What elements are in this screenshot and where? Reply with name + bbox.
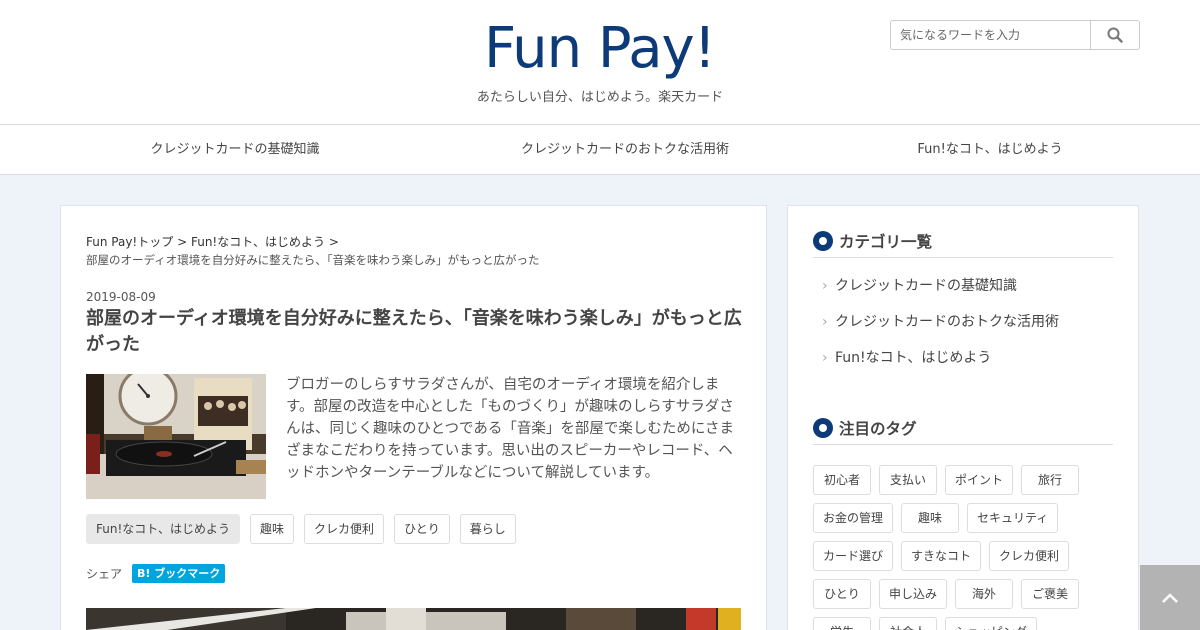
tag-cloud-item[interactable]: 初心者: [813, 465, 871, 495]
back-to-top-button[interactable]: [1140, 565, 1200, 630]
share-bar: シェア B! ブックマーク: [86, 564, 226, 583]
category-widget-label: カテゴリ一覧: [839, 232, 933, 251]
post-title[interactable]: 部屋のオーディオ環境を自分好みに整えたら、「音楽を味わう楽しみ」がもっと広がった: [86, 306, 746, 358]
chevron-right-icon: ›: [822, 314, 828, 330]
chevron-right-icon: ›: [822, 278, 828, 294]
article-card: Fun Pay!トップ > Fun!なコト、はじめよう > 部屋のオーディオ環境…: [60, 205, 767, 630]
tag-cloud-item[interactable]: 社会人: [879, 617, 937, 630]
tag-cloud-item[interactable]: セキュリティ: [967, 503, 1059, 533]
nav-item-fun[interactable]: Fun!なコト、はじめよう: [880, 125, 1100, 175]
tag-cloud: 初心者 支払い ポイント 旅行 お金の管理 趣味 セキュリティ カード選び すき…: [813, 465, 1113, 630]
tag-widget-label: 注目のタグ: [839, 419, 917, 438]
category-item-label: クレジットカードのおトクな活用術: [835, 314, 1059, 330]
post-tag[interactable]: 暮らし: [459, 514, 516, 544]
breadcrumb-separator: >: [328, 235, 339, 249]
category-widget-title: カテゴリ一覧: [813, 228, 1113, 258]
post-tag[interactable]: 趣味: [250, 514, 295, 544]
tag-cloud-item[interactable]: 旅行: [1021, 465, 1080, 495]
category-item-label: Fun!なコト、はじめよう: [835, 350, 992, 366]
breadcrumb-separator: >: [177, 235, 188, 249]
breadcrumb-link-top[interactable]: Fun Pay!トップ: [86, 235, 173, 249]
post-tags: Fun!なコト、はじめよう 趣味 クレカ便利 ひとり 暮らし: [86, 514, 516, 544]
tag-cloud-item[interactable]: 海外: [955, 579, 1014, 609]
chevron-up-icon: [1162, 592, 1178, 603]
site-tagline: あたらしい自分、はじめよう。楽天カード: [476, 90, 724, 105]
breadcrumb: Fun Pay!トップ > Fun!なコト、はじめよう > 部屋のオーディオ環境…: [86, 233, 736, 269]
nav-item-credit-basics[interactable]: クレジットカードの基礎知識: [120, 125, 350, 175]
search-icon: [1107, 27, 1123, 43]
category-item-credit-tips[interactable]: › クレジットカードのおトクな活用術: [813, 310, 1113, 346]
bullet-circle-icon: [813, 417, 833, 438]
chevron-right-icon: ›: [822, 350, 828, 366]
tag-cloud-item[interactable]: ひとり: [813, 579, 871, 609]
nav-item-credit-tips[interactable]: クレジットカードのおトクな活用術: [500, 125, 750, 175]
sidebar: カテゴリ一覧 › クレジットカードの基礎知識 › クレジットカードのおトクな活用…: [787, 205, 1139, 630]
post-date: 2019-08-09: [86, 290, 156, 304]
category-item-credit-basics[interactable]: › クレジットカードの基礎知識: [813, 274, 1113, 310]
category-item-fun[interactable]: › Fun!なコト、はじめよう: [813, 346, 1113, 382]
category-list: › クレジットカードの基礎知識 › クレジットカードのおトクな活用術 › Fun…: [813, 274, 1113, 382]
tag-widget-title: 注目のタグ: [813, 415, 1113, 445]
post-tag-category[interactable]: Fun!なコト、はじめよう: [86, 514, 241, 544]
category-item-label: クレジットカードの基礎知識: [835, 278, 1017, 294]
tag-cloud-item[interactable]: ご褒美: [1021, 579, 1080, 609]
global-nav: クレジットカードの基礎知識 クレジットカードのおトクな活用術 Fun!なコト、は…: [0, 125, 1200, 175]
hatena-bookmark-button[interactable]: B! ブックマーク: [132, 564, 226, 583]
post-excerpt: ブロガーのしらすサラダさんが、自宅のオーディオ環境を紹介します。部屋の改造を中心…: [286, 377, 735, 481]
site-logo[interactable]: Fun Pay!: [484, 14, 716, 84]
share-label: シェア: [86, 567, 123, 581]
breadcrumb-link-category[interactable]: Fun!なコト、はじめよう: [191, 235, 325, 249]
breadcrumb-current: 部屋のオーディオ環境を自分好みに整えたら、「音楽を味わう楽しみ」がもっと広がった: [86, 253, 540, 267]
tag-cloud-item[interactable]: クレカ便利: [989, 541, 1070, 571]
post-tag[interactable]: ひとり: [394, 514, 450, 544]
tag-cloud-item[interactable]: すきなコト: [901, 541, 982, 571]
tag-cloud-item[interactable]: 趣味: [901, 503, 960, 533]
article-image: [86, 608, 741, 630]
site-header: Fun Pay! あたらしい自分、はじめよう。楽天カード: [0, 0, 1200, 125]
search-input[interactable]: [891, 21, 1091, 49]
post-tag[interactable]: クレカ便利: [304, 514, 385, 544]
turntable-photo: [86, 374, 266, 499]
bullet-circle-icon: [813, 230, 833, 251]
post-thumbnail[interactable]: [86, 374, 266, 499]
tag-cloud-item[interactable]: お金の管理: [813, 503, 894, 533]
tag-cloud-item[interactable]: 学生: [813, 617, 871, 630]
tag-cloud-item[interactable]: カード選び: [813, 541, 894, 571]
room-photo: [86, 608, 741, 630]
tag-cloud-item[interactable]: 支払い: [879, 465, 937, 495]
search-form: [890, 20, 1140, 50]
tag-cloud-item[interactable]: 申し込み: [879, 579, 948, 609]
tag-cloud-item[interactable]: ポイント: [945, 465, 1014, 495]
search-button[interactable]: [1090, 21, 1139, 49]
tag-cloud-item[interactable]: ショッピング: [945, 617, 1038, 630]
